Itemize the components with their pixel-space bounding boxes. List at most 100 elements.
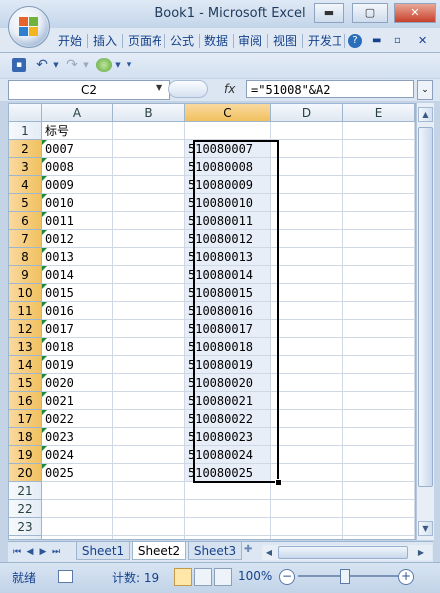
cell-a5[interactable]: 0010 <box>42 194 113 212</box>
cell-a4[interactable]: 0009 <box>42 176 113 194</box>
expand-formula-bar-icon[interactable]: ⌄ <box>417 80 433 100</box>
cell-e4[interactable] <box>343 176 415 194</box>
zoom-in-icon[interactable]: + <box>398 569 414 585</box>
last-sheet-icon[interactable]: ⏭ <box>51 545 61 559</box>
macro-record-icon[interactable] <box>58 570 73 583</box>
vertical-scrollbar[interactable]: ▲ ▼ <box>416 103 434 540</box>
number-as-text-indicator-icon[interactable] <box>42 302 47 307</box>
name-box[interactable]: C2 <box>8 80 170 100</box>
cell-c1[interactable] <box>185 122 271 140</box>
cell-d8[interactable] <box>271 248 343 266</box>
column-header-d[interactable]: D <box>271 104 343 122</box>
cell-c19[interactable]: 510080024 <box>185 446 271 464</box>
row-header[interactable]: 11 <box>9 302 42 320</box>
cell-b4[interactable] <box>113 176 185 194</box>
row-header[interactable]: 15 <box>9 374 42 392</box>
cell-b8[interactable] <box>113 248 185 266</box>
cell-e24[interactable] <box>343 536 415 539</box>
cell-c9[interactable]: 510080014 <box>185 266 271 284</box>
formula-input[interactable]: ="51008"&A2 <box>246 80 414 98</box>
cell-c10[interactable]: 510080015 <box>185 284 271 302</box>
number-as-text-indicator-icon[interactable] <box>42 446 47 451</box>
number-as-text-indicator-icon[interactable] <box>42 356 47 361</box>
cell-a13[interactable]: 0018 <box>42 338 113 356</box>
cell-d13[interactable] <box>271 338 343 356</box>
cell-d9[interactable] <box>271 266 343 284</box>
insert-sheet-icon[interactable]: ✚ <box>244 544 258 558</box>
cell-b2[interactable] <box>113 140 185 158</box>
number-as-text-indicator-icon[interactable] <box>42 140 47 145</box>
cell-b6[interactable] <box>113 212 185 230</box>
number-as-text-indicator-icon[interactable] <box>42 194 47 199</box>
tab-formulas[interactable]: 公式 <box>170 32 194 50</box>
cell-d2[interactable] <box>271 140 343 158</box>
row-header[interactable]: 5 <box>9 194 42 212</box>
cell-e6[interactable] <box>343 212 415 230</box>
circle-dropdown-icon[interactable]: ▼ <box>114 58 122 72</box>
tab-home[interactable]: 开始 <box>58 32 82 50</box>
customize-toolbar-icon[interactable]: ▾ <box>124 58 134 72</box>
row-header[interactable]: 16 <box>9 392 42 410</box>
column-header-c[interactable]: C <box>185 104 271 122</box>
sheet-tab-sheet2[interactable]: Sheet2 <box>132 542 186 560</box>
cell-e15[interactable] <box>343 374 415 392</box>
cell-a12[interactable]: 0017 <box>42 320 113 338</box>
cell-d11[interactable] <box>271 302 343 320</box>
row-header[interactable]: 4 <box>9 176 42 194</box>
cell-d24[interactable] <box>271 536 343 539</box>
cell-b19[interactable] <box>113 446 185 464</box>
cell-b7[interactable] <box>113 230 185 248</box>
row-header[interactable]: 6 <box>9 212 42 230</box>
cell-c2[interactable]: 510080007 <box>185 140 271 158</box>
cell-e22[interactable] <box>343 500 415 518</box>
cell-e9[interactable] <box>343 266 415 284</box>
cell-b5[interactable] <box>113 194 185 212</box>
cell-e11[interactable] <box>343 302 415 320</box>
cell-b3[interactable] <box>113 158 185 176</box>
row-header[interactable]: 20 <box>9 464 42 482</box>
cell-b10[interactable] <box>113 284 185 302</box>
row-header[interactable]: 10 <box>9 284 42 302</box>
cell-a3[interactable]: 0008 <box>42 158 113 176</box>
cell-e7[interactable] <box>343 230 415 248</box>
cell-c15[interactable]: 510080020 <box>185 374 271 392</box>
number-as-text-indicator-icon[interactable] <box>42 284 47 289</box>
select-all-corner[interactable] <box>9 104 42 122</box>
cell-b9[interactable] <box>113 266 185 284</box>
cell-e14[interactable] <box>343 356 415 374</box>
help-icon[interactable]: ? <box>348 34 362 48</box>
cell-d4[interactable] <box>271 176 343 194</box>
row-header[interactable]: 23 <box>9 518 42 536</box>
cell-d6[interactable] <box>271 212 343 230</box>
sheet-tab-sheet1[interactable]: Sheet1 <box>76 542 130 560</box>
redo-dropdown-icon[interactable]: ▼ <box>82 58 90 72</box>
cell-d3[interactable] <box>271 158 343 176</box>
row-header[interactable]: 22 <box>9 500 42 518</box>
cell-d22[interactable] <box>271 500 343 518</box>
insert-function-button[interactable]: fx <box>224 82 235 96</box>
cell-b21[interactable] <box>113 482 185 500</box>
column-header-a[interactable]: A <box>42 104 113 122</box>
cell-a8[interactable]: 0013 <box>42 248 113 266</box>
cell-c20[interactable]: 510080025 <box>185 464 271 482</box>
cell-e13[interactable] <box>343 338 415 356</box>
number-as-text-indicator-icon[interactable] <box>42 230 47 235</box>
number-as-text-indicator-icon[interactable] <box>42 338 47 343</box>
number-as-text-indicator-icon[interactable] <box>42 410 47 415</box>
normal-view-icon[interactable] <box>174 568 192 586</box>
cell-c23[interactable] <box>185 518 271 536</box>
cell-a9[interactable]: 0014 <box>42 266 113 284</box>
tab-view[interactable]: 视图 <box>273 32 297 50</box>
cell-b12[interactable] <box>113 320 185 338</box>
undo-icon[interactable]: ↶ <box>34 58 50 72</box>
cell-b13[interactable] <box>113 338 185 356</box>
office-button[interactable] <box>8 6 50 48</box>
scroll-up-arrow-icon[interactable]: ▲ <box>418 107 433 122</box>
cell-a11[interactable]: 0016 <box>42 302 113 320</box>
formula-splitter-handle[interactable] <box>168 80 208 98</box>
cell-c22[interactable] <box>185 500 271 518</box>
row-header[interactable]: 8 <box>9 248 42 266</box>
cell-e3[interactable] <box>343 158 415 176</box>
cell-b16[interactable] <box>113 392 185 410</box>
zoom-out-icon[interactable]: − <box>279 569 295 585</box>
